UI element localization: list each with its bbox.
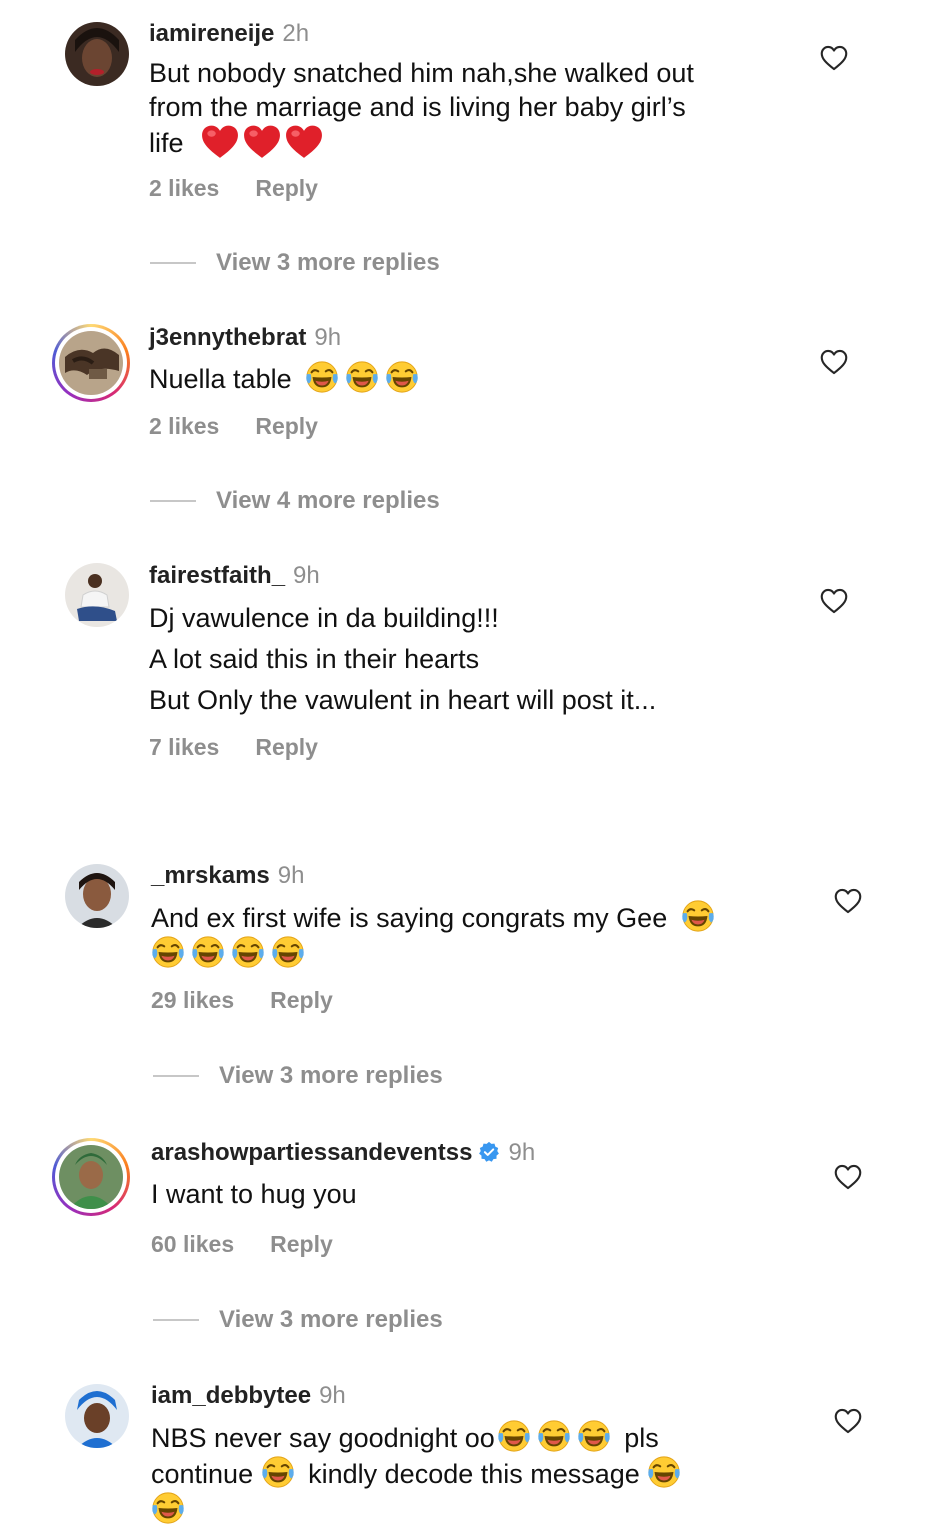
comment-username[interactable]: iam_debbytee 9h: [151, 1382, 346, 1410]
view-more-replies[interactable]: View 4 more replies: [150, 487, 440, 515]
divider: [150, 500, 196, 502]
reply-button[interactable]: Reply: [255, 413, 318, 439]
avatar[interactable]: [52, 1138, 130, 1216]
likes-count[interactable]: 7 likes: [149, 734, 219, 760]
laughing-emoji-icon: [151, 935, 185, 969]
heart-outline-icon[interactable]: [834, 1164, 862, 1190]
likes-count[interactable]: 2 likes: [149, 175, 219, 201]
reply-button[interactable]: Reply: [270, 1231, 333, 1257]
reply-button[interactable]: Reply: [270, 987, 333, 1013]
likes-count[interactable]: 2 likes: [149, 413, 219, 439]
laughing-emoji-icon: [577, 1419, 611, 1453]
red-heart-emoji-icon: [243, 124, 281, 160]
comment-text-line: Dj vawulence in da building!!!: [149, 603, 499, 633]
likes-count[interactable]: 29 likes: [151, 987, 234, 1013]
avatar[interactable]: [52, 324, 130, 402]
heart-outline-icon[interactable]: [820, 588, 848, 614]
red-heart-emoji-icon: [285, 124, 323, 160]
avatar[interactable]: [65, 22, 129, 86]
avatar[interactable]: [65, 864, 129, 928]
laughing-emoji-icon: [497, 1419, 531, 1453]
comment-username[interactable]: iamireneije 2h: [149, 20, 309, 48]
comment-text-line: Nuella table: [149, 364, 292, 394]
heart-outline-icon[interactable]: [820, 349, 848, 375]
laughing-emoji-icon: [191, 935, 225, 969]
laughing-emoji-icon: [647, 1455, 681, 1489]
comment-text: But nobody snatched him nah,she walked o…: [149, 56, 789, 160]
comment-time: 9h: [277, 862, 305, 889]
comment-text-line: from the marriage and is living her baby…: [149, 92, 686, 122]
comment-text-line: pls: [624, 1423, 659, 1453]
comment-text-line: A lot said this in their hearts: [149, 644, 480, 674]
comment-time: 9h: [319, 1382, 346, 1409]
laughing-emoji-icon: [385, 360, 419, 394]
laughing-emoji-icon: [345, 360, 379, 394]
laughing-emoji-icon: [151, 1491, 185, 1525]
comment-username[interactable]: j3ennythebrat 9h: [149, 324, 341, 352]
laughing-emoji-icon: [271, 935, 305, 969]
laughing-emoji-icon: [261, 1455, 295, 1489]
comment-text-line: NBS never say goodnight oo: [151, 1423, 495, 1453]
comment-username[interactable]: _mrskams 9h: [151, 862, 304, 890]
heart-outline-icon[interactable]: [834, 888, 862, 914]
avatar[interactable]: [65, 563, 129, 627]
comment-username[interactable]: fairestfaith_ 9h: [149, 562, 320, 590]
comment-text: NBS never say goodnight oo pls continue …: [151, 1419, 831, 1527]
heart-outline-icon[interactable]: [834, 1408, 862, 1434]
laughing-emoji-icon: [305, 360, 339, 394]
laughing-emoji-icon: [681, 899, 715, 933]
likes-count[interactable]: 60 likes: [151, 1231, 234, 1257]
comment-time: 2h: [282, 20, 310, 47]
comment-time: 9h: [314, 324, 342, 351]
comment-text-line: But nobody snatched him nah,she walked o…: [149, 58, 694, 88]
view-more-replies[interactable]: View 3 more replies: [150, 249, 440, 277]
comment-time: 9h: [293, 562, 320, 589]
laughing-emoji-icon: [537, 1419, 571, 1453]
heart-outline-icon[interactable]: [820, 45, 848, 71]
comment-text-line: But Only the vawulent in heart will post…: [149, 685, 657, 715]
comment-text-line: continue: [151, 1459, 254, 1489]
view-more-replies[interactable]: View 3 more replies: [153, 1062, 443, 1090]
view-more-replies[interactable]: View 3 more replies: [153, 1306, 443, 1334]
avatar[interactable]: [65, 1384, 129, 1448]
comment-text-line: kindly decode this message: [308, 1459, 640, 1489]
comment-text: Dj vawulence in da building!!! A lot sai…: [149, 598, 789, 721]
laughing-emoji-icon: [231, 935, 265, 969]
comment-text: And ex first wife is saying congrats my …: [151, 899, 831, 971]
comment-text-line: I want to hug you: [151, 1179, 357, 1209]
reply-button[interactable]: Reply: [255, 175, 318, 201]
comment-text-line: life: [149, 128, 184, 158]
comment-username[interactable]: arashowpartiessandeventss 9h: [151, 1139, 535, 1167]
reply-button[interactable]: Reply: [255, 734, 318, 760]
comment-text: Nuella table: [149, 360, 789, 396]
red-heart-emoji-icon: [201, 124, 239, 160]
divider: [153, 1075, 199, 1077]
divider: [153, 1319, 199, 1321]
comment-text: I want to hug you: [151, 1177, 791, 1211]
verified-badge-icon: [478, 1141, 500, 1163]
comment-text-line: And ex first wife is saying congrats my …: [151, 903, 668, 933]
comment-time: 9h: [508, 1139, 536, 1166]
divider: [150, 262, 196, 264]
